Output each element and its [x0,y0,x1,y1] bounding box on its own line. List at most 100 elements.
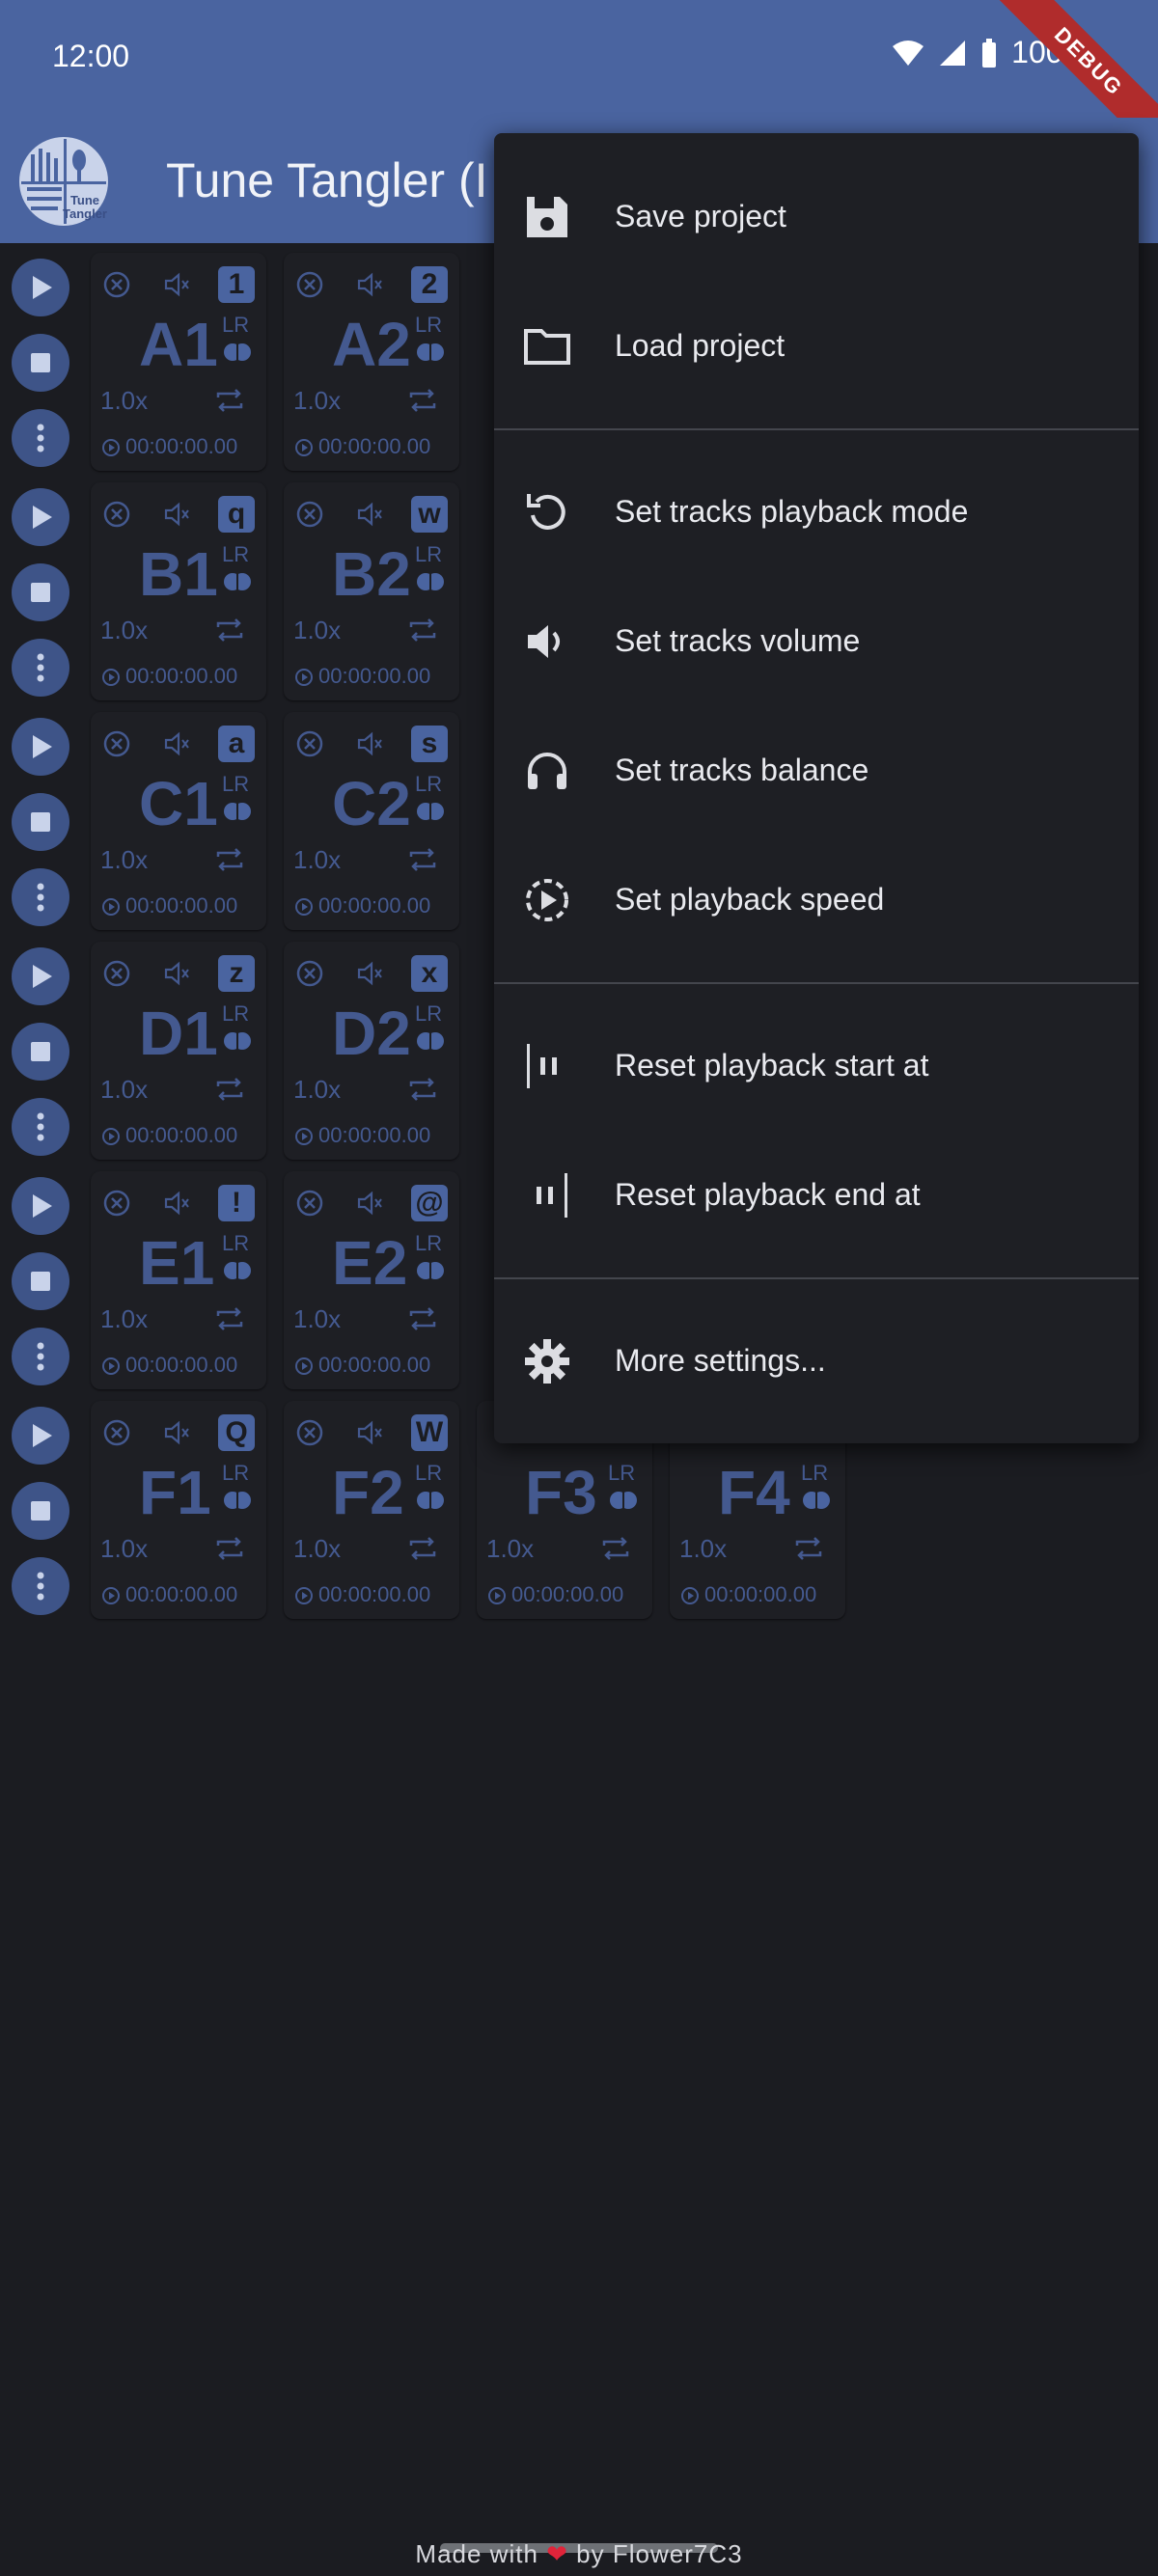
row-play-button[interactable] [12,1407,69,1465]
balance-indicator[interactable]: LR [413,1231,448,1285]
speed-label[interactable]: 1.0x [100,845,148,875]
clear-icon[interactable] [102,959,131,988]
repeat-icon[interactable] [212,845,247,874]
balance-indicator[interactable]: LR [413,1001,448,1055]
track-cell[interactable]: Q F1 LR 1.0x 00:00:00.00 [91,1401,266,1619]
repeat-icon[interactable] [212,1304,247,1333]
row-stop-button[interactable] [12,793,69,851]
volume-off-icon[interactable] [355,270,384,299]
balance-indicator[interactable]: LR [413,1461,448,1515]
clear-icon[interactable] [102,500,131,529]
repeat-icon[interactable] [791,1534,826,1563]
clear-icon[interactable] [102,729,131,758]
track-cell[interactable]: s C2 LR 1.0x 00:00:00.00 [284,712,459,930]
repeat-icon[interactable] [405,1304,440,1333]
volume-off-icon[interactable] [355,729,384,758]
row-play-button[interactable] [12,488,69,546]
track-cell[interactable]: x D2 LR 1.0x 00:00:00.00 [284,942,459,1160]
balance-indicator[interactable]: LR [413,542,448,596]
row-more-button[interactable] [12,1557,69,1615]
speed-label[interactable]: 1.0x [100,386,148,416]
clear-icon[interactable] [102,1418,131,1447]
balance-indicator[interactable]: LR [220,313,255,367]
track-cell[interactable]: w B2 LR 1.0x 00:00:00.00 [284,482,459,700]
row-play-button[interactable] [12,1177,69,1235]
row-play-button[interactable] [12,259,69,316]
balance-indicator[interactable]: LR [799,1461,834,1515]
balance-indicator[interactable]: LR [220,1231,255,1285]
repeat-icon[interactable] [405,616,440,644]
volume-off-icon[interactable] [162,729,191,758]
volume-off-icon[interactable] [162,959,191,988]
speed-label[interactable]: 1.0x [293,616,341,645]
menu-item-more-settings[interactable]: More settings... [494,1308,1139,1414]
clear-icon[interactable] [295,1189,324,1218]
balance-indicator[interactable]: LR [413,772,448,826]
row-stop-button[interactable] [12,1482,69,1540]
speed-label[interactable]: 1.0x [679,1534,727,1564]
menu-item-reset-start[interactable]: Reset playback start at [494,1013,1139,1119]
repeat-icon[interactable] [405,386,440,415]
volume-off-icon[interactable] [355,1189,384,1218]
repeat-icon[interactable] [212,1534,247,1563]
repeat-icon[interactable] [212,616,247,644]
menu-item-save-project[interactable]: Save project [494,164,1139,270]
clear-icon[interactable] [102,270,131,299]
menu-item-tracks-volume[interactable]: Set tracks volume [494,589,1139,695]
row-stop-button[interactable] [12,1023,69,1081]
row-more-button[interactable] [12,409,69,467]
speed-label[interactable]: 1.0x [293,386,341,416]
track-cell[interactable]: ! E1 LR 1.0x 00:00:00.00 [91,1171,266,1389]
clear-icon[interactable] [295,959,324,988]
speed-label[interactable]: 1.0x [293,1304,341,1334]
repeat-icon[interactable] [405,1075,440,1104]
speed-label[interactable]: 1.0x [486,1534,534,1564]
speed-label[interactable]: 1.0x [293,845,341,875]
row-stop-button[interactable] [12,1252,69,1310]
speed-label[interactable]: 1.0x [100,1075,148,1105]
volume-off-icon[interactable] [162,1189,191,1218]
speed-label[interactable]: 1.0x [100,616,148,645]
volume-off-icon[interactable] [355,500,384,529]
speed-label[interactable]: 1.0x [293,1534,341,1564]
volume-off-icon[interactable] [162,270,191,299]
repeat-icon[interactable] [405,1534,440,1563]
row-stop-button[interactable] [12,563,69,621]
repeat-icon[interactable] [405,845,440,874]
track-cell[interactable]: z D1 LR 1.0x 00:00:00.00 [91,942,266,1160]
balance-indicator[interactable]: LR [220,772,255,826]
row-more-button[interactable] [12,639,69,697]
row-play-button[interactable] [12,947,69,1005]
volume-off-icon[interactable] [162,500,191,529]
menu-item-load-project[interactable]: Load project [494,293,1139,399]
clear-icon[interactable] [295,270,324,299]
repeat-icon[interactable] [212,1075,247,1104]
balance-indicator[interactable]: LR [606,1461,641,1515]
row-stop-button[interactable] [12,334,69,392]
track-cell[interactable]: 1 A1 LR 1.0x 00:00:00.00 [91,253,266,471]
row-more-button[interactable] [12,1328,69,1385]
volume-off-icon[interactable] [162,1418,191,1447]
track-cell[interactable]: a C1 LR 1.0x 00:00:00.00 [91,712,266,930]
menu-item-tracks-balance[interactable]: Set tracks balance [494,718,1139,824]
volume-off-icon[interactable] [355,959,384,988]
row-play-button[interactable] [12,718,69,776]
clear-icon[interactable] [102,1189,131,1218]
speed-label[interactable]: 1.0x [293,1075,341,1105]
track-cell[interactable]: q B1 LR 1.0x 00:00:00.00 [91,482,266,700]
track-cell[interactable]: 2 A2 LR 1.0x 00:00:00.00 [284,253,459,471]
track-cell[interactable]: @ E2 LR 1.0x 00:00:00.00 [284,1171,459,1389]
menu-item-playback-mode[interactable]: Set tracks playback mode [494,459,1139,565]
volume-off-icon[interactable] [355,1418,384,1447]
speed-label[interactable]: 1.0x [100,1304,148,1334]
balance-indicator[interactable]: LR [220,1001,255,1055]
menu-item-reset-end[interactable]: Reset playback end at [494,1142,1139,1248]
balance-indicator[interactable]: LR [220,542,255,596]
track-cell[interactable]: W F2 LR 1.0x 00:00:00.00 [284,1401,459,1619]
row-more-button[interactable] [12,1098,69,1156]
row-more-button[interactable] [12,868,69,926]
clear-icon[interactable] [295,729,324,758]
menu-item-playback-speed[interactable]: Set playback speed [494,847,1139,953]
speed-label[interactable]: 1.0x [100,1534,148,1564]
balance-indicator[interactable]: LR [413,313,448,367]
